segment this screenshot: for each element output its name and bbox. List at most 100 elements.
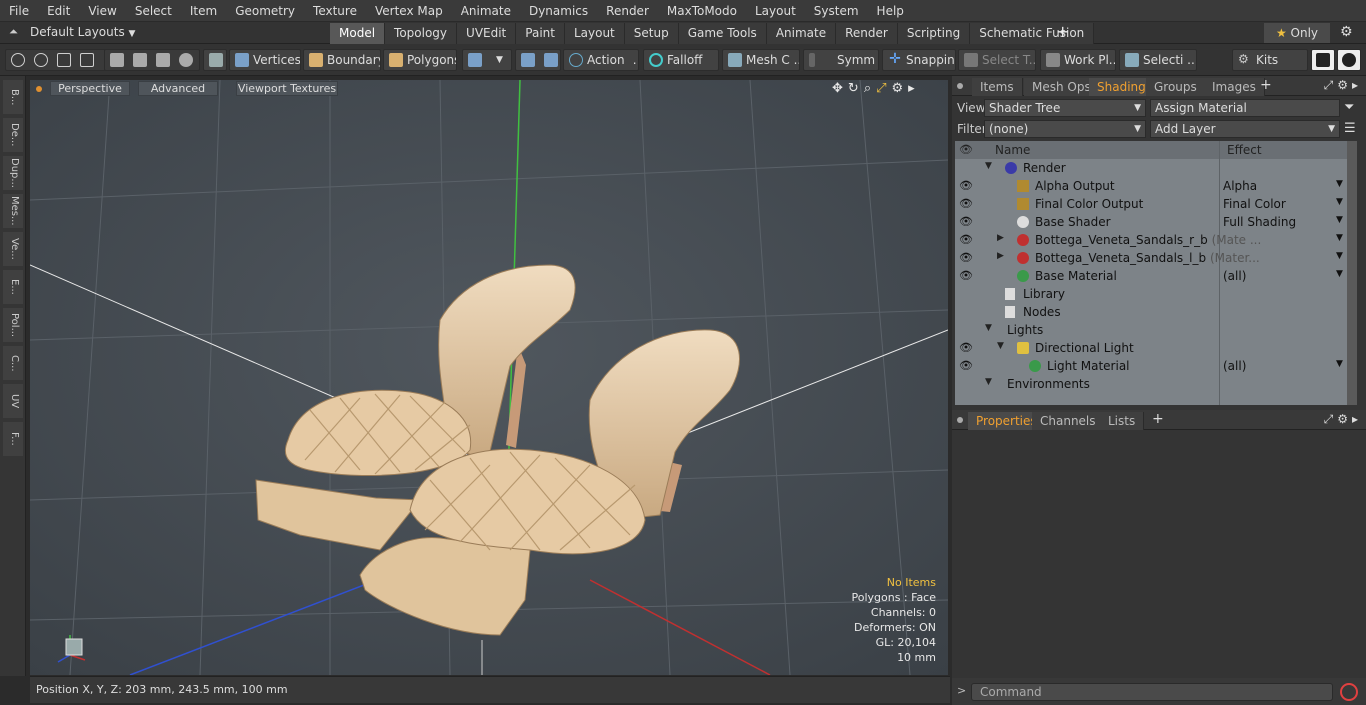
- add-props-tab-icon[interactable]: +: [1152, 411, 1164, 427]
- boundary-button[interactable]: Boundary: [303, 49, 381, 71]
- viewport-gear-icon[interactable]: ⚙: [892, 81, 909, 96]
- eye-icon[interactable]: 👁: [959, 269, 973, 283]
- falloff-button[interactable]: Falloff: [643, 49, 719, 71]
- viewport-textures-button[interactable]: Viewport Textures: [236, 81, 338, 96]
- tree-row-sandals-r-material[interactable]: 👁 ▶ Bottega_Veneta_Sandals_r_b (Mate ...…: [955, 231, 1347, 249]
- expand-arrow-icon[interactable]: ▶: [997, 233, 1004, 243]
- menu-geometry[interactable]: Geometry: [226, 0, 304, 22]
- arrow-right-icon[interactable]: ▸: [1352, 412, 1362, 426]
- chevron-down-icon[interactable]: ▼: [1336, 179, 1343, 189]
- lasso-icon[interactable]: [57, 53, 71, 67]
- list-options-icon[interactable]: ☰: [1344, 121, 1360, 137]
- gear-icon[interactable]: ⚙: [1340, 24, 1353, 40]
- expand-arrow-icon[interactable]: ▼: [997, 341, 1004, 351]
- eye-icon[interactable]: 👁: [959, 233, 973, 247]
- tree-row-final-color-output[interactable]: 👁 Final Color Output Final Color ▼: [955, 195, 1347, 213]
- tree-row-base-shader[interactable]: 👁 Base Shader Full Shading ▼: [955, 213, 1347, 231]
- left-tab-uv[interactable]: UV: [3, 384, 23, 418]
- tab-topology[interactable]: Topology: [385, 23, 458, 44]
- zoom-icon[interactable]: ⌕: [864, 81, 876, 96]
- menu-animate[interactable]: Animate: [452, 0, 520, 22]
- circle-select-icon[interactable]: [11, 53, 25, 67]
- command-input[interactable]: Command: [971, 683, 1333, 701]
- tab-animate[interactable]: Animate: [766, 23, 837, 44]
- props-gear-icon[interactable]: ⚙: [1337, 412, 1352, 426]
- tree-row-base-material[interactable]: 👁 Base Material (all) ▼: [955, 267, 1347, 285]
- orbit-icon[interactable]: ↻: [848, 81, 864, 96]
- effect-value[interactable]: (all): [1223, 359, 1246, 373]
- effect-value[interactable]: (all): [1223, 269, 1246, 283]
- effect-value[interactable]: Full Shading: [1223, 215, 1296, 229]
- 3d-viewport[interactable]: Perspective Advanced Viewport Textures ✥…: [30, 80, 948, 675]
- tree-row-lights[interactable]: ▼ Lights: [955, 321, 1347, 339]
- view-dropdown[interactable]: Shader Tree ▼: [984, 99, 1146, 117]
- tree-row-environments[interactable]: ▼ Environments: [955, 375, 1347, 393]
- tab-model[interactable]: Model: [330, 23, 386, 44]
- eye-icon[interactable]: 👁: [959, 251, 973, 265]
- command-run-icon[interactable]: [1340, 683, 1358, 701]
- left-tab-edge[interactable]: E...: [3, 270, 23, 304]
- left-tab-mesh[interactable]: Mes...: [3, 194, 23, 228]
- symmetry-button[interactable]: Symm ...: [803, 49, 879, 71]
- snapping-button[interactable]: ✛ Snapping: [882, 49, 956, 71]
- expand-arrow-icon[interactable]: ▼: [985, 161, 992, 171]
- left-tab-duplicate[interactable]: Dup...: [3, 156, 23, 190]
- cross-icon[interactable]: [133, 53, 147, 67]
- polygons-button[interactable]: Polygons: [383, 49, 457, 71]
- tree-row-light-material[interactable]: 👁 Light Material (all) ▼: [955, 357, 1347, 375]
- tab-paint[interactable]: Paint: [516, 23, 565, 44]
- pan-icon[interactable]: ✥: [832, 81, 848, 96]
- add-tab-plus-icon[interactable]: +: [1056, 22, 1069, 42]
- left-tab-vertex[interactable]: Ve...: [3, 232, 23, 266]
- menu-edit[interactable]: Edit: [38, 0, 79, 22]
- tab-render[interactable]: Render: [836, 23, 898, 44]
- panel-gear-icon[interactable]: ⚙: [1337, 78, 1352, 92]
- name-column-header[interactable]: Name: [995, 143, 1030, 157]
- work-plane-button[interactable]: Work Pl...: [1040, 49, 1116, 71]
- eye-icon[interactable]: 👁: [959, 197, 973, 211]
- only-toggle[interactable]: ★ Only: [1264, 23, 1330, 43]
- left-tab-basic[interactable]: B...: [3, 80, 23, 114]
- tab-setup[interactable]: Setup: [624, 23, 679, 44]
- eye-icon[interactable]: 👁: [959, 215, 973, 229]
- left-tab-deform[interactable]: De...: [3, 118, 23, 152]
- left-tab-polygon[interactable]: Pol...: [3, 308, 23, 342]
- collapse-icon[interactable]: ⏶: [9, 25, 18, 39]
- eye-icon[interactable]: 👁: [959, 359, 973, 373]
- shield-alt-icon[interactable]: [544, 53, 558, 67]
- eye-icon[interactable]: 👁: [959, 179, 973, 193]
- tab-schematic-fusion[interactable]: Schematic Fusion: [970, 23, 1095, 44]
- menu-item[interactable]: Item: [181, 0, 226, 22]
- maximize-icon[interactable]: ⤢: [1324, 412, 1338, 426]
- effect-value[interactable]: Alpha: [1223, 179, 1257, 193]
- unreal-button[interactable]: [1337, 49, 1361, 71]
- shader-tree-scrollbar[interactable]: [1347, 141, 1357, 405]
- chevron-down-icon[interactable]: ▼: [1336, 197, 1343, 207]
- perspective-button[interactable]: Perspective: [50, 81, 130, 96]
- chevron-down-icon[interactable]: ▼: [1336, 359, 1343, 369]
- selection-sets-button[interactable]: Selecti ...: [1119, 49, 1197, 71]
- chevron-down-icon[interactable]: ▼: [1336, 233, 1343, 243]
- left-tab-fusion[interactable]: F...: [3, 422, 23, 456]
- expand-arrow-icon[interactable]: ▼: [985, 323, 992, 333]
- unity-button[interactable]: [1311, 49, 1335, 71]
- menu-maxtomodo[interactable]: MaxToModo: [658, 0, 746, 22]
- menu-layout[interactable]: Layout: [746, 0, 805, 22]
- menu-render[interactable]: Render: [597, 0, 658, 22]
- tree-row-render[interactable]: ▼ Render: [955, 159, 1347, 177]
- eye-icon[interactable]: 👁: [959, 341, 973, 355]
- tab-groups[interactable]: Groups: [1146, 78, 1206, 96]
- menu-view[interactable]: View: [79, 0, 125, 22]
- tree-row-directional-light[interactable]: 👁 ▼ Directional Light: [955, 339, 1347, 357]
- menu-file[interactable]: File: [0, 0, 38, 22]
- maximize-icon[interactable]: ⤢: [1324, 78, 1338, 92]
- effect-column-header[interactable]: Effect: [1227, 143, 1262, 157]
- expand-arrow-icon[interactable]: ▼: [985, 377, 992, 387]
- tab-lists[interactable]: Lists: [1100, 412, 1145, 430]
- tree-row-nodes[interactable]: Nodes: [955, 303, 1347, 321]
- rotate-icon[interactable]: [179, 53, 193, 67]
- item-mode-button[interactable]: [203, 49, 227, 71]
- maximize-icon[interactable]: ⤢: [876, 81, 891, 96]
- funnel-icon[interactable]: ⏷: [1344, 100, 1360, 116]
- expand-arrow-icon[interactable]: ▶: [997, 251, 1004, 261]
